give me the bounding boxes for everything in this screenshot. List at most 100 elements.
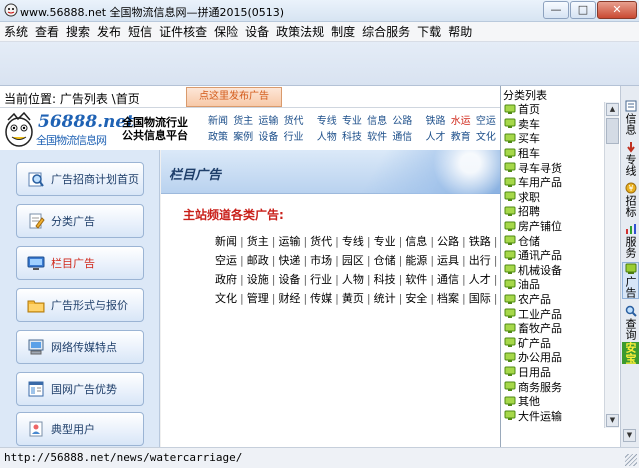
nav-typical-users[interactable]: 典型用户 <box>16 412 144 446</box>
category-item[interactable]: 通讯产品 <box>504 248 604 263</box>
cat-link[interactable]: 货主 <box>233 116 253 127</box>
cat-link[interactable]: 软件 <box>367 132 387 143</box>
channel-link[interactable]: 文化 <box>215 292 237 305</box>
cat-link[interactable]: 铁路 <box>426 116 446 127</box>
channel-link[interactable]: 行业 <box>310 273 332 286</box>
scroll-down-button[interactable]: ▼ <box>606 414 619 427</box>
nav-column-ads[interactable]: 栏目广告 <box>16 246 144 280</box>
channel-link[interactable]: 信息 <box>405 235 427 248</box>
channel-link[interactable]: 铁路 <box>469 235 491 248</box>
category-item[interactable]: 办公用品 <box>504 350 604 365</box>
menu-equipment[interactable]: 设备 <box>245 23 269 40</box>
menu-help[interactable]: 帮助 <box>448 23 472 40</box>
nav-ad-pricing[interactable]: 广告形式与报价 <box>16 288 144 322</box>
cat-link[interactable]: 信息 <box>367 116 387 127</box>
category-item[interactable]: 畜牧产品 <box>504 321 604 336</box>
cat-link[interactable]: 人物 <box>317 132 337 143</box>
category-item[interactable]: 机械设备 <box>504 263 604 278</box>
tab-tender[interactable]: ¥ 招标 <box>622 182 639 217</box>
menu-rules[interactable]: 制度 <box>331 23 355 40</box>
channel-link[interactable]: 财经 <box>278 292 300 305</box>
cat-link[interactable]: 空运 <box>476 116 496 127</box>
cat-link[interactable]: 专业 <box>342 116 362 127</box>
category-item[interactable]: 工业产品 <box>504 306 604 321</box>
cat-link[interactable]: 通信 <box>392 132 412 143</box>
tab-service[interactable]: 服务 <box>622 223 639 258</box>
channel-link[interactable]: 政府 <box>215 273 237 286</box>
cat-link[interactable]: 人才 <box>426 132 446 143</box>
cat-link[interactable]: 教育 <box>451 132 471 143</box>
channel-link[interactable]: 仓储 <box>374 254 396 267</box>
channel-link[interactable]: 设施 <box>247 273 269 286</box>
tabs-scroll-down[interactable]: ▼ <box>623 429 636 442</box>
cat-link[interactable]: 货代 <box>284 116 304 127</box>
scroll-up-button[interactable]: ▲ <box>606 103 619 116</box>
category-item[interactable]: 商务服务 <box>504 379 604 394</box>
channel-link[interactable]: 市场 <box>310 254 332 267</box>
category-item[interactable]: 寻车寻货 <box>504 160 604 175</box>
channel-link[interactable]: 国际 <box>469 292 491 305</box>
channel-link[interactable]: 出行 <box>469 254 491 267</box>
channel-link[interactable]: 能源 <box>405 254 427 267</box>
channel-link[interactable]: 空运 <box>215 254 237 267</box>
close-button[interactable]: ✕ <box>597 1 637 19</box>
channel-link[interactable]: 货代 <box>310 235 332 248</box>
channel-link[interactable]: 公路 <box>437 235 459 248</box>
channel-link[interactable]: 黄页 <box>342 292 364 305</box>
channel-link[interactable]: 档案 <box>437 292 459 305</box>
menu-sms[interactable]: 短信 <box>128 23 152 40</box>
category-item[interactable]: 首页 <box>504 102 604 117</box>
channel-link[interactable]: 专业 <box>374 235 396 248</box>
channel-link[interactable]: 园区 <box>342 254 364 267</box>
cat-link[interactable]: 设备 <box>258 132 278 143</box>
category-item[interactable]: 仓储 <box>504 233 604 248</box>
menu-insurance[interactable]: 保险 <box>214 23 238 40</box>
category-item[interactable]: 求职 <box>504 190 604 205</box>
resize-grip-icon[interactable] <box>625 454 637 466</box>
menu-services[interactable]: 综合服务 <box>362 23 410 40</box>
site-logo[interactable]: 56888.net 全国物流信息网 <box>2 110 134 148</box>
channel-link[interactable]: 新闻 <box>215 235 237 248</box>
category-item[interactable]: 车用产品 <box>504 175 604 190</box>
menu-policy[interactable]: 政策法规 <box>276 23 324 40</box>
tab-query[interactable]: 查询 <box>622 305 639 340</box>
nav-ad-advantages[interactable]: 国网广告优势 <box>16 372 144 406</box>
channel-link[interactable]: 货主 <box>247 235 269 248</box>
category-item[interactable]: 大件运输 <box>504 408 604 423</box>
cat-link[interactable]: 行业 <box>284 132 304 143</box>
channel-link[interactable]: 设备 <box>278 273 300 286</box>
menu-search[interactable]: 搜索 <box>66 23 90 40</box>
menu-download[interactable]: 下载 <box>417 23 441 40</box>
minimize-button[interactable]: — <box>543 1 569 19</box>
category-item[interactable]: 卖车 <box>504 117 604 132</box>
channel-link[interactable]: 运具 <box>437 254 459 267</box>
channel-link[interactable]: 快递 <box>278 254 300 267</box>
cat-link-highlight[interactable]: 水运 <box>451 116 471 127</box>
tab-special-line[interactable]: 专线 <box>622 141 639 176</box>
cat-link[interactable]: 案例 <box>233 132 253 143</box>
scroll-thumb[interactable] <box>606 118 619 144</box>
channel-link[interactable]: 邮政 <box>247 254 269 267</box>
category-item[interactable]: 日用品 <box>504 365 604 380</box>
tab-info[interactable]: 信息 <box>622 100 639 135</box>
category-item[interactable]: 招聘 <box>504 204 604 219</box>
nav-classified-ads[interactable]: 分类广告 <box>16 204 144 238</box>
category-scrollbar[interactable]: ▲ ▼ <box>604 102 619 428</box>
cat-link[interactable]: 新闻 <box>208 116 228 127</box>
cat-link[interactable]: 政策 <box>208 132 228 143</box>
cat-link[interactable]: 公路 <box>392 116 412 127</box>
menu-view[interactable]: 查看 <box>35 23 59 40</box>
category-item[interactable]: 油品 <box>504 277 604 292</box>
maximize-button[interactable]: □ <box>570 1 596 19</box>
nav-ad-home[interactable]: 广告招商计划首页 <box>16 162 144 196</box>
channel-link[interactable]: 科技 <box>374 273 396 286</box>
cat-link[interactable]: 运输 <box>258 116 278 127</box>
channel-link[interactable]: 人物 <box>342 273 364 286</box>
channel-link[interactable]: 专线 <box>342 235 364 248</box>
post-ad-button[interactable]: 点这里发布广告 <box>186 87 282 107</box>
menu-id-check[interactable]: 证件核查 <box>159 23 207 40</box>
nav-media-features[interactable]: 网络传媒特点 <box>16 330 144 364</box>
category-item[interactable]: 房产铺位 <box>504 219 604 234</box>
cat-link[interactable]: 文化 <box>476 132 496 143</box>
tab-anbao[interactable]: 安宝 <box>622 342 639 364</box>
